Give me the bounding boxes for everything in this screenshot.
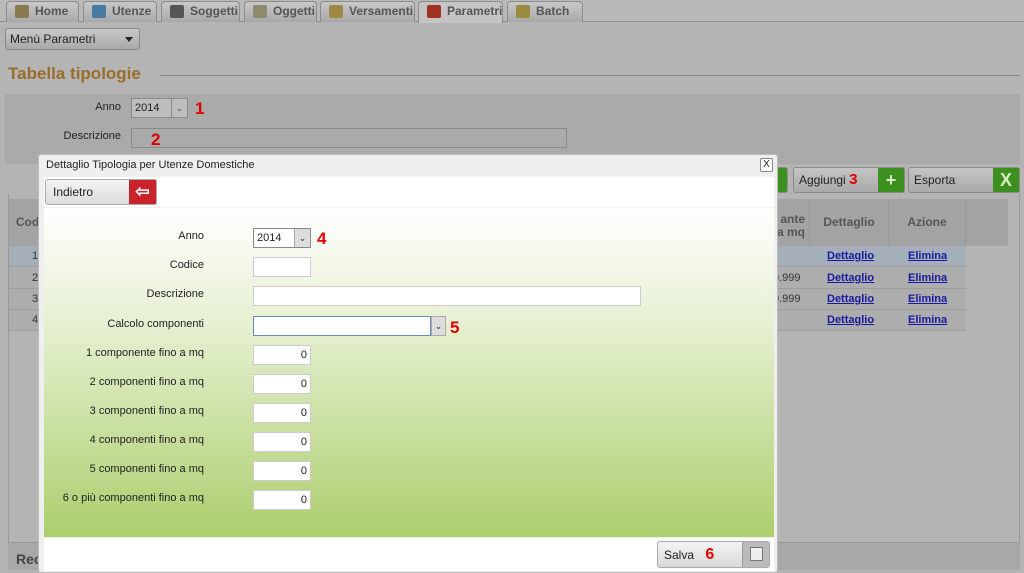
main-tabs: Home Utenze Soggetti Oggetti Versamenti … [0, 0, 1024, 23]
c1-input[interactable]: 0 [253, 345, 311, 365]
c6-input[interactable]: 0 [253, 490, 311, 510]
annotation-6: 6 [705, 546, 715, 563]
indietro-button[interactable]: Indietro ⇦ [45, 179, 157, 205]
caret-down-icon [125, 37, 133, 46]
header-filler [966, 199, 1008, 246]
building-icon [253, 5, 267, 18]
dialog-form: Anno 2014 ⌄ 4 Codice Descrizione Calcolo … [44, 208, 774, 537]
detail-dialog: Dettaglio Tipologia per Utenze Domestich… [38, 154, 778, 573]
c1-label: 1 componente fino a mq [85, 347, 204, 359]
dialog-toolbar: Indietro ⇦ [44, 177, 774, 207]
c4-label: 4 componenti fino a mq [89, 434, 204, 446]
codice-field-label: Codice [169, 259, 204, 271]
home-icon [15, 5, 29, 18]
plus-icon: + [878, 168, 904, 192]
excel-icon: X [993, 168, 1019, 192]
table-border [8, 194, 9, 542]
title-divider [160, 75, 1020, 76]
person-icon [170, 5, 184, 18]
calcolo-field-label: Calcolo componenti [107, 318, 204, 330]
menu-parametri-dropdown[interactable]: Menù Parametri [5, 28, 140, 50]
c5-input[interactable]: 0 [253, 461, 311, 481]
anno-filter-select[interactable]: 2014 ⌄ [131, 98, 188, 118]
parameters-icon [427, 5, 441, 18]
save-disk-icon [742, 542, 769, 567]
c2-input[interactable]: 0 [253, 374, 311, 394]
anno-label: Anno [95, 101, 121, 113]
c4-input[interactable]: 0 [253, 432, 311, 452]
c6-label: 6 o più componenti fino a mq [62, 492, 204, 504]
tab-oggetti[interactable]: Oggetti [244, 1, 317, 22]
dialog-title: Dettaglio Tipologia per Utenze Domestich… [46, 159, 255, 171]
dettaglio-link[interactable]: Dettaglio [827, 293, 874, 305]
arrow-left-icon: ⇦ [129, 180, 156, 204]
tab-home[interactable]: Home [6, 1, 79, 22]
dettaglio-link[interactable]: Dettaglio [827, 272, 874, 284]
chevron-down-icon: ⌄ [171, 99, 187, 117]
descrizione-filter-input[interactable] [131, 128, 567, 148]
batch-gear-icon [516, 5, 530, 18]
anno-select[interactable]: 2014 ⌄ [253, 228, 311, 248]
annotation-3: 3 [849, 171, 858, 188]
descrizione-label: Descrizione [63, 130, 121, 142]
elimina-link[interactable]: Elimina [908, 314, 947, 326]
elimina-link[interactable]: Elimina [908, 250, 947, 262]
salva-button[interactable]: Salva 6 [657, 541, 770, 568]
tab-soggetti[interactable]: Soggetti [161, 1, 240, 22]
codice-input[interactable] [253, 257, 311, 277]
payments-icon [329, 5, 343, 18]
aggiungi-button[interactable]: Aggiungi 3 + [793, 167, 905, 193]
annotation-1: 1 [195, 99, 205, 118]
column-header-dettaglio: Dettaglio [810, 199, 889, 246]
elimina-link[interactable]: Elimina [908, 293, 947, 305]
descrizione-input[interactable] [253, 286, 641, 306]
c3-input[interactable]: 0 [253, 403, 311, 423]
chevron-down-icon: ⌄ [294, 229, 310, 247]
chevron-down-icon[interactable]: ⌄ [431, 316, 446, 336]
annotation-5: 5 [450, 318, 460, 337]
column-header-azione: Azione [889, 199, 966, 246]
users-icon [92, 5, 106, 18]
c2-label: 2 componenti fino a mq [89, 376, 204, 388]
c3-label: 3 componenti fino a mq [89, 405, 204, 417]
tab-parametri[interactable]: Parametri [418, 1, 503, 23]
c5-label: 5 componenti fino a mq [89, 463, 204, 475]
annotation-2: 2 [151, 130, 161, 149]
table-border [1019, 194, 1020, 542]
calcolo-componenti-select[interactable] [253, 316, 431, 336]
close-icon[interactable]: X [760, 158, 773, 172]
tab-batch[interactable]: Batch [507, 1, 583, 22]
tab-versamenti[interactable]: Versamenti [320, 1, 415, 22]
elimina-link[interactable]: Elimina [908, 272, 947, 284]
dialog-footer: Salva 6 [44, 538, 774, 571]
dettaglio-link[interactable]: Dettaglio [827, 314, 874, 326]
esporta-button[interactable]: Esporta X [908, 167, 1020, 193]
dettaglio-link[interactable]: Dettaglio [827, 250, 874, 262]
tab-utenze[interactable]: Utenze [83, 1, 157, 22]
anno-field-label: Anno [178, 230, 204, 242]
descrizione-field-label: Descrizione [146, 288, 204, 300]
page-title: Tabella tipologie [8, 64, 141, 83]
annotation-4: 4 [317, 229, 327, 248]
